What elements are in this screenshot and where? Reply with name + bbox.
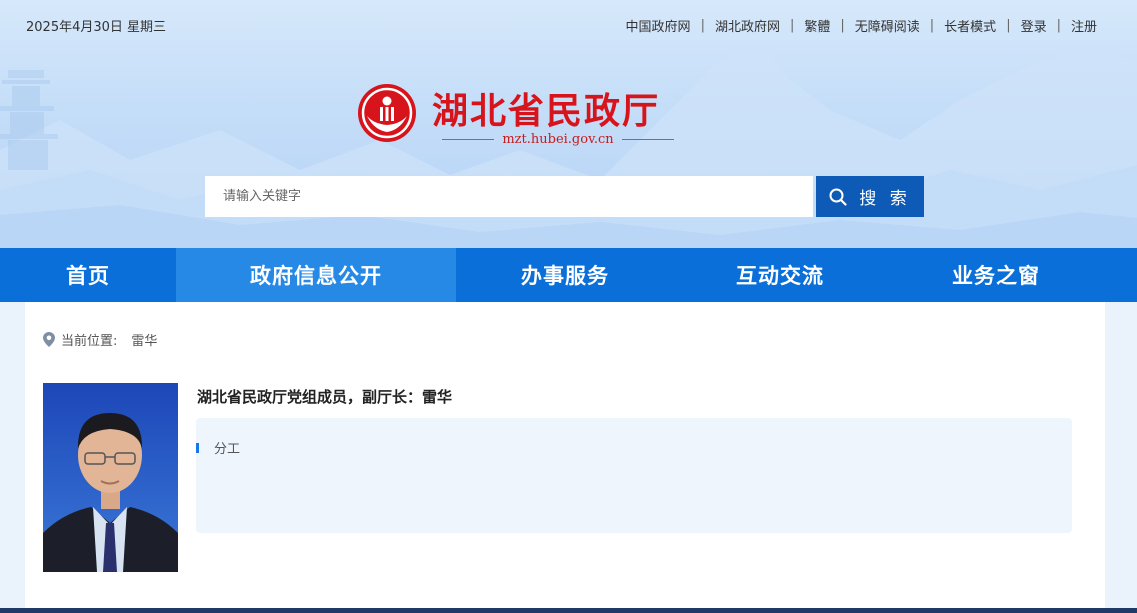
duty-heading: 分工: [196, 438, 240, 457]
official-title: 湖北省民政厅党组成员，副厅长：雷华: [197, 388, 453, 406]
search-input[interactable]: [205, 176, 813, 217]
link-traditional-chinese[interactable]: 繁體: [804, 16, 830, 35]
nav-business-window[interactable]: 业务之窗: [886, 248, 1106, 302]
link-china-gov[interactable]: 中国政府网: [626, 16, 691, 35]
accent-bar: [196, 442, 199, 453]
site-url-text: mzt.hubei.gov.cn: [502, 132, 614, 147]
decorative-line: [621, 139, 675, 140]
footer-strip: [0, 608, 1137, 613]
nav-services[interactable]: 办事服务: [456, 248, 674, 302]
search-icon: [829, 188, 847, 206]
link-register[interactable]: 注册: [1071, 16, 1097, 35]
breadcrumb: 当前位置: 雷华: [43, 330, 157, 349]
breadcrumb-current[interactable]: 雷华: [131, 330, 157, 349]
top-links: 中国政府网 | 湖北政府网 | 繁體 | 无障碍阅读 | 长者模式 | 登录 |…: [626, 16, 1097, 35]
divider: |: [929, 18, 935, 33]
nav-gov-info-disclosure[interactable]: 政府信息公开: [176, 248, 456, 302]
link-elder-mode[interactable]: 长者模式: [944, 16, 996, 35]
site-url: mzt.hubei.gov.cn: [442, 132, 675, 147]
location-pin-icon: [43, 332, 55, 347]
search-button[interactable]: 搜 索: [816, 176, 924, 217]
duty-label-text: 分工: [214, 442, 241, 457]
divider: |: [1006, 18, 1011, 33]
decorative-line: [442, 139, 495, 140]
divider: |: [840, 18, 845, 33]
site-logo[interactable]: 湖北省民政厅 mzt.hubei.gov.cn: [356, 80, 696, 152]
link-login[interactable]: 登录: [1021, 16, 1047, 35]
nav-interaction[interactable]: 互动交流: [674, 248, 886, 302]
main-nav: 首页 政府信息公开 办事服务 互动交流 业务之窗: [0, 248, 1137, 302]
divider: |: [789, 18, 795, 33]
duty-section: 分工: [196, 418, 1072, 533]
current-date: 2025年4月30日 星期三: [26, 20, 167, 35]
divider: |: [700, 18, 705, 33]
link-hubei-gov[interactable]: 湖北政府网: [715, 16, 780, 35]
nav-home[interactable]: 首页: [0, 248, 176, 302]
civil-affairs-emblem-icon: [358, 84, 416, 142]
divider: |: [1056, 18, 1061, 33]
link-accessibility[interactable]: 无障碍阅读: [855, 16, 920, 35]
official-portrait: [43, 383, 178, 572]
site-title: 湖北省民政厅: [432, 90, 661, 132]
breadcrumb-label: 当前位置:: [61, 334, 118, 349]
main-content: 当前位置: 雷华 湖北省民政厅党组成员，副厅长：雷华 分工: [25, 302, 1105, 608]
site-header: 2025年4月30日 星期三 中国政府网 | 湖北政府网 | 繁體 | 无障碍阅…: [0, 0, 1137, 248]
search-button-label: 搜 索: [859, 189, 911, 209]
